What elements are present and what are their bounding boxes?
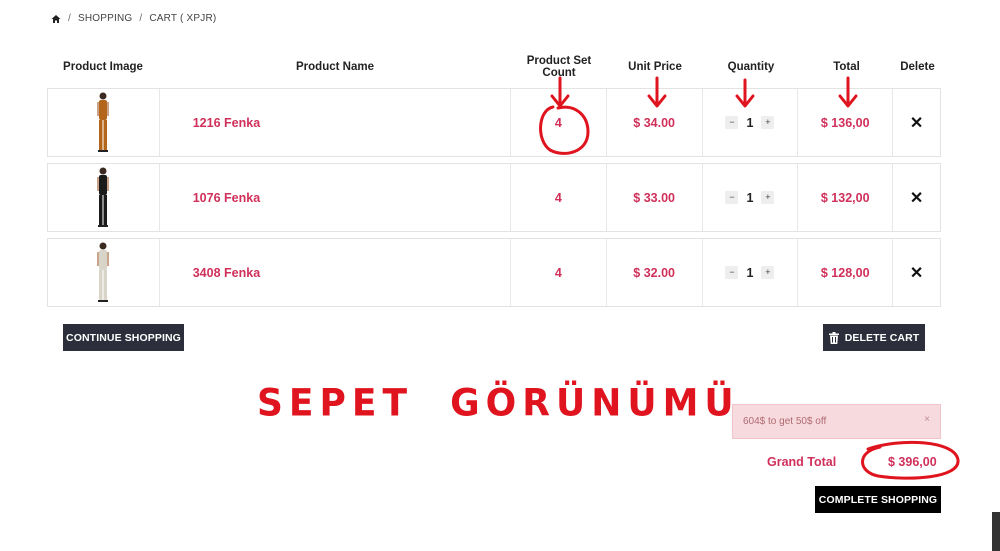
product-image[interactable] [92, 166, 114, 230]
unit-price: $ 33.00 [607, 164, 703, 231]
quantity-stepper: − 1 + [703, 239, 799, 306]
delete-row-cell: ✕ [893, 89, 940, 156]
quantity-value[interactable]: 1 [746, 266, 753, 280]
product-image-cell [48, 164, 160, 231]
increase-quantity-button[interactable]: + [761, 116, 775, 129]
annotation-title: SEPET GÖRÜNÜMÜ [257, 381, 740, 426]
unit-price: $ 32.00 [607, 239, 703, 306]
home-icon[interactable] [51, 14, 61, 24]
delete-row-cell: ✕ [893, 239, 940, 306]
header-quantity: Quantity [727, 61, 775, 73]
product-image-cell [48, 89, 160, 156]
continue-shopping-button[interactable]: CONTINUE SHOPPING [63, 324, 184, 351]
product-set-count: 4 [511, 239, 607, 306]
decrease-quantity-button[interactable]: − [725, 191, 739, 204]
increase-quantity-button[interactable]: + [761, 266, 775, 279]
table-row: 1076 Fenka 4 $ 33.00 − 1 + $ 132,00 ✕ [47, 163, 941, 232]
header-unit-price: Unit Price [628, 61, 682, 73]
header-delete: Delete [900, 61, 935, 73]
delete-icon[interactable]: ✕ [910, 188, 923, 208]
product-set-count: 4 [511, 89, 607, 156]
delete-icon[interactable]: ✕ [910, 263, 923, 283]
breadcrumb-cart: CART ( XPJR) [149, 13, 217, 24]
product-set-count: 4 [511, 164, 607, 231]
table-header: Product Image Product Name Product Set C… [47, 52, 941, 82]
header-total: Total [833, 61, 860, 73]
quantity-stepper: − 1 + [703, 164, 799, 231]
row-total: $ 132,00 [798, 164, 894, 231]
scrollbar-thumb[interactable] [992, 512, 1000, 551]
promo-text: 604$ to get 50$ off [743, 416, 827, 427]
product-image-cell [48, 239, 160, 306]
decrease-quantity-button[interactable]: − [725, 266, 739, 279]
quantity-value[interactable]: 1 [746, 191, 753, 205]
cart-table: Product Image Product Name Product Set C… [47, 52, 941, 307]
delete-icon[interactable]: ✕ [910, 113, 923, 133]
grand-total-label: Grand Total [767, 455, 837, 469]
complete-shopping-button[interactable]: COMPLETE SHOPPING [815, 486, 941, 513]
row-total: $ 136,00 [798, 89, 894, 156]
breadcrumb: / SHOPPING / CART ( XPJR) [51, 13, 216, 24]
product-name[interactable]: 3408 Fenka [160, 239, 511, 306]
table-row: 1216 Fenka 4 $ 34.00 − 1 + $ 136,00 ✕ [47, 88, 941, 157]
row-total: $ 128,00 [798, 239, 894, 306]
product-name[interactable]: 1076 Fenka [160, 164, 511, 231]
quantity-stepper: − 1 + [703, 89, 799, 156]
product-name[interactable]: 1216 Fenka [160, 89, 511, 156]
decrease-quantity-button[interactable]: − [725, 116, 739, 129]
increase-quantity-button[interactable]: + [761, 191, 775, 204]
delete-cart-button[interactable]: DELETE CART [823, 324, 925, 351]
breadcrumb-separator: / [139, 13, 143, 24]
promo-alert: 604$ to get 50$ off × [732, 404, 941, 439]
header-set-count: Product Set Count [526, 55, 592, 79]
breadcrumb-shopping[interactable]: SHOPPING [78, 13, 132, 24]
grand-total-value: $ 396,00 [888, 455, 937, 469]
header-product-image: Product Image [63, 61, 143, 73]
product-image[interactable] [92, 91, 114, 155]
breadcrumb-separator: / [68, 13, 71, 24]
quantity-value[interactable]: 1 [746, 116, 753, 130]
product-image[interactable] [92, 241, 114, 305]
unit-price: $ 34.00 [607, 89, 703, 156]
table-row: 3408 Fenka 4 $ 32.00 − 1 + $ 128,00 ✕ [47, 238, 941, 307]
delete-row-cell: ✕ [893, 164, 940, 231]
delete-cart-label: DELETE CART [844, 331, 920, 344]
header-product-name: Product Name [296, 61, 374, 73]
trash-icon [828, 331, 839, 344]
close-icon[interactable]: × [924, 414, 930, 425]
